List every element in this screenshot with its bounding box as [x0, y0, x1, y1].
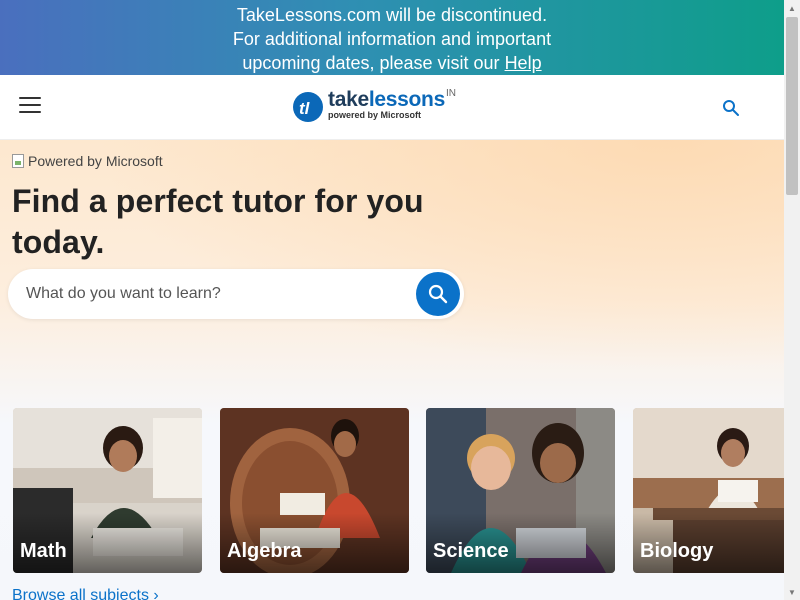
banner-line-3: upcoming dates, please visit our Help: [0, 51, 784, 75]
banner-line-3-text: upcoming dates, please visit our: [242, 53, 505, 73]
subject-label-science: Science: [433, 540, 509, 562]
subject-search-box: [8, 269, 464, 319]
chevron-right-icon: ›: [153, 587, 159, 600]
scroll-up-arrow-icon[interactable]: ▲: [784, 0, 800, 16]
subject-cards: Math Algebra Science Biology: [13, 408, 784, 573]
logo-take: take: [328, 88, 369, 111]
broken-image-icon: [12, 154, 24, 168]
search-icon[interactable]: [722, 99, 740, 117]
help-link[interactable]: Help: [505, 53, 542, 73]
page-scrollbar[interactable]: ▲ ▼: [784, 0, 800, 600]
search-icon: [428, 284, 448, 304]
subject-card-science[interactable]: Science: [426, 408, 615, 573]
subject-label-algebra: Algebra: [227, 540, 302, 562]
site-header: tl takelessonsIN powered by Microsoft: [0, 75, 784, 140]
logo-mark-icon: tl: [293, 92, 323, 122]
browse-all-subjects-link[interactable]: Browse all subjects ›: [12, 587, 159, 600]
banner-line-2: For additional information and important: [232, 29, 552, 49]
hero-title: Find a perfect tutor for you today.: [12, 183, 424, 260]
discontinued-banner: TakeLessons.com will be discontinued. Fo…: [0, 0, 784, 75]
subject-card-algebra[interactable]: Algebra: [220, 408, 409, 573]
hero-section: Powered by Microsoft Find a perfect tuto…: [0, 140, 784, 600]
subject-card-biology[interactable]: Biology: [633, 408, 784, 573]
powered-by-microsoft-image: Powered by Microsoft: [12, 153, 163, 169]
scroll-down-arrow-icon[interactable]: ▼: [784, 584, 800, 600]
logo-lessons: lessons: [368, 88, 445, 111]
powered-by-alt-text: Powered by Microsoft: [28, 153, 163, 169]
search-button[interactable]: [416, 272, 460, 316]
svg-text:tl: tl: [299, 99, 311, 118]
hamburger-icon[interactable]: [19, 97, 41, 115]
takelessons-logo[interactable]: tl takelessonsIN powered by Microsoft: [292, 89, 456, 127]
logo-subtitle: powered by Microsoft: [328, 110, 422, 120]
subject-label-biology: Biology: [640, 540, 714, 562]
subject-label-math: Math: [20, 540, 67, 562]
scroll-thumb[interactable]: [786, 17, 798, 195]
subject-card-math[interactable]: Math: [13, 408, 202, 573]
subject-search-input[interactable]: [26, 269, 406, 319]
logo-region: IN: [445, 88, 456, 99]
banner-line-1: TakeLessons.com will be discontinued.: [236, 5, 548, 25]
browse-all-subjects-label: Browse all subjects: [12, 587, 149, 600]
